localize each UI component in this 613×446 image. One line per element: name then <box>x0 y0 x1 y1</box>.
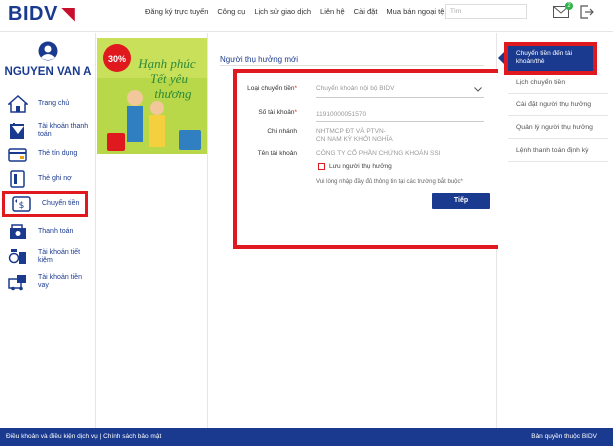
required-fields-note: Vui lòng nhập đầy đủ thông tin tại các t… <box>316 179 463 185</box>
banner-badge: 30% <box>108 54 126 64</box>
promo-banner[interactable]: 30% Hạnh phúc Tết yêu thương <box>97 38 207 154</box>
title-divider <box>220 65 484 66</box>
banner-line1: Hạnh phúc <box>137 56 196 71</box>
main-panel: Người thụ hưởng mới Loại chuyển tiền* Ch… <box>207 33 505 428</box>
right-menu-item-beneficiary-settings[interactable]: Cài đặt người thụ hưởng <box>516 101 591 108</box>
branch-label: Chi nhánh <box>267 128 297 135</box>
sidebar-item-home[interactable]: Trang chủ <box>8 93 92 115</box>
nav-transaction-history[interactable]: Lịch sử giao dịch <box>254 7 311 16</box>
bidv-logo[interactable]: BIDV <box>8 3 75 26</box>
logout-icon[interactable] <box>580 5 594 19</box>
sidebar-item-label: Tài khoản tiết kiệm <box>38 249 81 264</box>
banner-line2: Tết yêu <box>150 71 188 86</box>
active-item-line2: khoản/thẻ <box>516 58 545 65</box>
nav-settings[interactable]: Cài đặt <box>354 7 378 16</box>
account-number-label: Số tài khoản* <box>258 109 297 116</box>
save-beneficiary-checkbox[interactable] <box>318 163 325 170</box>
account-icon <box>10 123 24 139</box>
left-sidebar: NGUYEN VAN A Trang chủ Tài khoản thanh t… <box>0 33 96 428</box>
top-nav: Đăng ký trực tuyến Công cụ Lịch sử giao … <box>145 7 444 16</box>
logo-mark-icon <box>60 7 75 22</box>
savings-icon <box>8 249 26 264</box>
divider <box>508 115 608 116</box>
next-button[interactable]: Tiếp <box>432 193 490 209</box>
banner-line3: thương <box>154 86 192 101</box>
branch-value-line2: CN NAM KỲ KHỞI NGHĨA <box>316 136 393 143</box>
user-name: NGUYEN VAN A <box>4 66 92 78</box>
svg-text:$: $ <box>19 201 25 211</box>
right-menu-item-transfer-to-account[interactable]: Chuyển tiền đến tài khoản/thẻ <box>504 42 597 75</box>
sidebar-item-credit-card[interactable]: Thẻ tín dụng <box>8 143 92 165</box>
active-item-line1: Chuyển tiền đến tài <box>516 50 573 57</box>
account-name-value: CÔNG TY CỔ PHẦN CHỨNG KHOÁN SSI <box>316 150 441 157</box>
account-name-label: Tên tài khoản <box>257 150 297 157</box>
credit-card-icon <box>8 148 27 162</box>
sidebar-item-label: Tài khoản tiền vay <box>38 274 82 289</box>
branch-value-line1: NHTMCP ĐT VÀ PTVN- <box>316 128 386 135</box>
logo-text: BIDV <box>8 3 58 25</box>
sidebar-item-label: Chuyển tiền <box>42 200 80 207</box>
sidebar-item-debit-card[interactable]: Thẻ ghi nợ <box>8 168 92 190</box>
sidebar-item-label: Thẻ ghi nợ <box>38 175 72 182</box>
nav-online-registration[interactable]: Đăng ký trực tuyến <box>145 7 208 16</box>
transfer-type-select[interactable]: Chuyển khoản nội bộ BIDV <box>316 85 394 93</box>
right-menu: Chuyển tiền đến tài khoản/thẻ Lịch chuyể… <box>498 33 613 428</box>
page-title: Người thụ hưởng mới <box>220 55 299 64</box>
right-menu-item-manage-beneficiaries[interactable]: Quản lý người thụ hưởng <box>516 124 593 131</box>
transfer-type-underline <box>316 97 484 98</box>
sidebar-item-label: Thanh toán <box>38 228 74 235</box>
debit-card-icon <box>10 170 25 188</box>
sidebar-item-label: Tài khoản thanh toán <box>38 123 89 138</box>
account-number-input[interactable]: 11910000051570 <box>316 111 366 119</box>
footer: Điều khoản và điều kiện dịch vụ | Chính … <box>0 428 613 446</box>
account-number-underline <box>316 121 484 122</box>
right-menu-item-recurring-payment[interactable]: Lệnh thanh toán định kỳ <box>516 147 589 154</box>
home-icon <box>8 95 28 113</box>
sidebar-item-label: Trang chủ <box>38 100 70 107</box>
chevron-down-icon[interactable] <box>474 87 482 92</box>
right-menu-item-transfer-schedule[interactable]: Lịch chuyển tiền <box>516 79 565 86</box>
sidebar-item-loan[interactable]: Tài khoản tiền vay <box>8 271 92 293</box>
beneficiary-form: Loại chuyển tiền* Chuyển khoản nội bộ BI… <box>233 69 505 249</box>
footer-links[interactable]: Điều khoản và điều kiện dịch vụ | Chính … <box>6 433 161 440</box>
sidebar-item-transfer[interactable]: $ Chuyển tiền <box>2 191 88 217</box>
divider <box>508 161 608 162</box>
payment-icon <box>10 224 26 239</box>
nav-tools[interactable]: Công cụ <box>217 7 245 16</box>
notification-badge: 2 <box>565 2 573 10</box>
transfer-icon: $ <box>12 196 31 212</box>
bidv-transfer-page: BIDV Đăng ký trực tuyến Công cụ Lịch sử … <box>0 0 613 446</box>
promo-banner-image: 30% Hạnh phúc Tết yêu thương <box>97 38 207 154</box>
sidebar-item-payment[interactable]: Thanh toán <box>8 221 92 243</box>
sidebar-item-label: Thẻ tín dụng <box>38 150 78 157</box>
search-input[interactable]: Tìm <box>445 4 527 19</box>
divider <box>508 138 608 139</box>
divider <box>508 93 608 94</box>
loan-icon <box>8 275 26 291</box>
sidebar-item-savings[interactable]: Tài khoản tiết kiệm <box>8 246 92 268</box>
save-beneficiary-label: Lưu người thụ hưởng <box>329 163 392 170</box>
sidebar-item-payment-account[interactable]: Tài khoản thanh toán <box>8 120 92 142</box>
top-bar: BIDV Đăng ký trực tuyến Công cụ Lịch sử … <box>0 0 613 32</box>
nav-forex[interactable]: Mua bán ngoại tệ <box>386 7 444 16</box>
avatar-icon <box>38 41 58 61</box>
transfer-type-label: Loại chuyển tiền* <box>247 85 297 92</box>
copyright: Bản quyền thuộc BIDV <box>531 433 597 440</box>
nav-contact[interactable]: Liên hệ <box>320 7 345 16</box>
